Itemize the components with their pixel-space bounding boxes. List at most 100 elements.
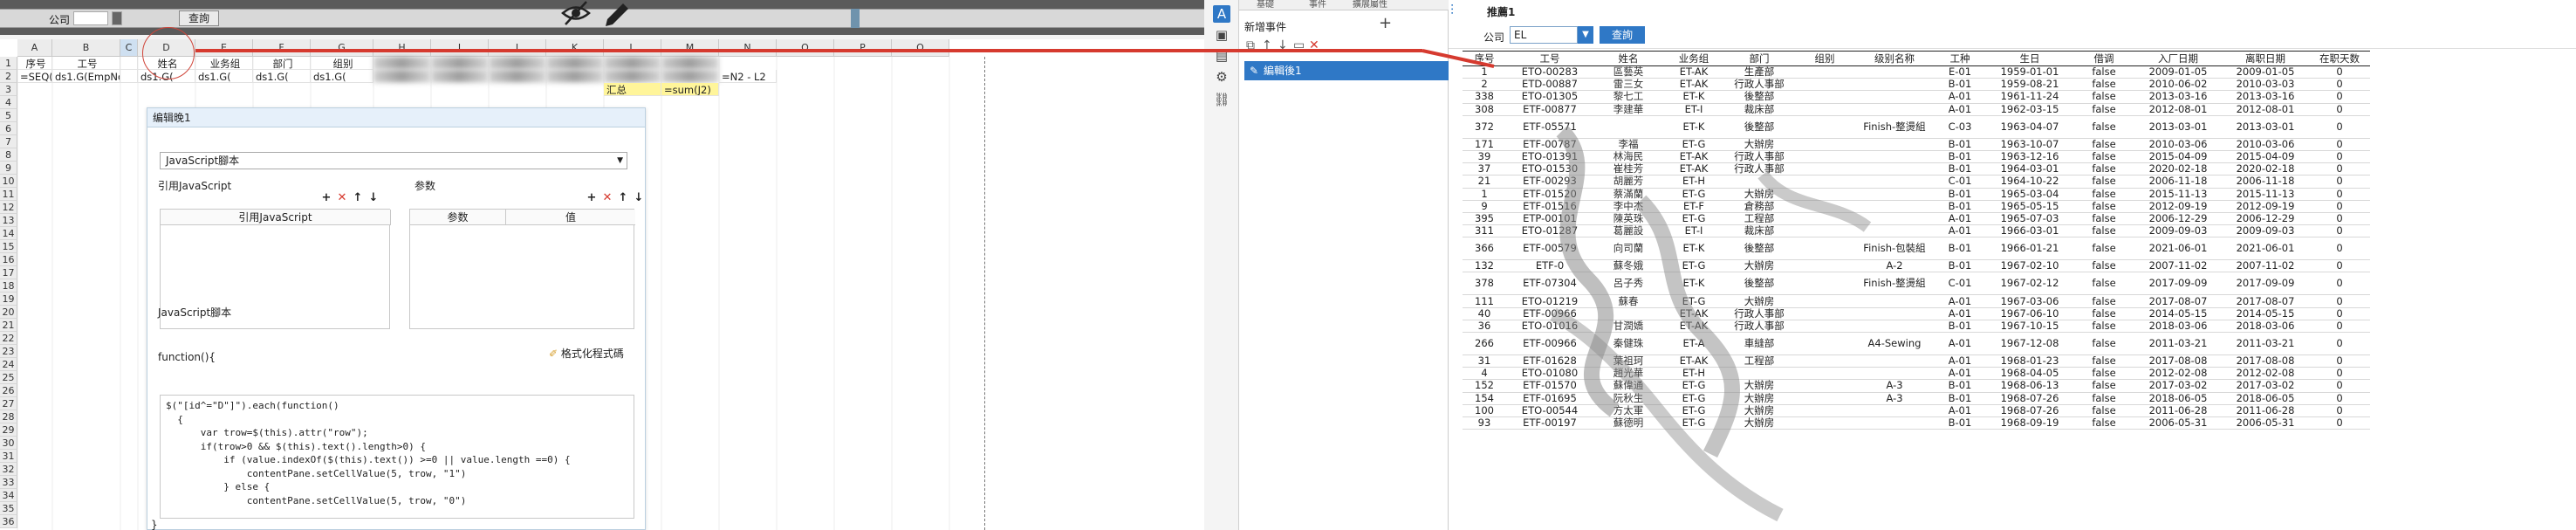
formula-cell[interactable] xyxy=(120,70,138,83)
column-header-j[interactable]: J xyxy=(489,39,546,57)
format-code-button[interactable]: ✐ 格式化程式碼 xyxy=(549,346,624,361)
column-header-p[interactable]: P xyxy=(834,39,892,57)
link-icon[interactable]: ⛓ xyxy=(1213,91,1230,108)
row-header[interactable]: 17 xyxy=(0,266,17,279)
event-icon[interactable]: ⚙ xyxy=(1213,68,1230,86)
row-header[interactable]: 32 xyxy=(0,463,17,476)
column-header-l[interactable]: L xyxy=(604,39,661,57)
tab-ext[interactable]: 擴展屬性 xyxy=(1353,0,1387,10)
copy-icon[interactable]: ⧉ xyxy=(1246,38,1255,52)
preview-query-button[interactable]: 查詢 xyxy=(1600,26,1645,44)
move-up-icon[interactable]: ↑ xyxy=(1262,38,1272,52)
summary-label-cell[interactable]: 汇总 xyxy=(604,83,661,96)
row-header[interactable]: 27 xyxy=(0,397,17,410)
row-header[interactable]: 35 xyxy=(0,502,17,515)
header-cell[interactable] xyxy=(120,57,138,70)
row-header[interactable]: 12 xyxy=(0,201,17,214)
blurred-cell[interactable] xyxy=(431,70,489,83)
move-up-param-icon[interactable]: ↑ xyxy=(617,192,629,204)
row-header[interactable]: 11 xyxy=(0,188,17,201)
formula-cell[interactable]: ds1.G( xyxy=(253,70,311,83)
row-header[interactable]: 30 xyxy=(0,437,17,450)
header-cell[interactable]: 组别 xyxy=(311,57,373,70)
header-cell[interactable]: 业务组 xyxy=(195,57,253,70)
blurred-cell[interactable] xyxy=(431,57,489,70)
add-event-button[interactable]: + xyxy=(1379,14,1392,32)
row-header[interactable]: 5 xyxy=(0,109,17,122)
column-header-k[interactable]: K xyxy=(546,39,604,57)
formula-cell[interactable]: ds1.G( xyxy=(195,70,253,83)
settings-sliders-icon[interactable]: ⫶ xyxy=(1450,2,1454,19)
hide-icon[interactable] xyxy=(558,0,593,31)
style-icon[interactable]: ▣ xyxy=(1213,26,1230,44)
scroll-thumb[interactable] xyxy=(851,9,860,28)
row-header[interactable]: 36 xyxy=(0,515,17,528)
blurred-cell[interactable] xyxy=(546,70,604,83)
row-header[interactable]: 2 xyxy=(0,70,17,83)
row-header[interactable]: 14 xyxy=(0,227,17,240)
row-header[interactable]: 20 xyxy=(0,306,17,319)
add-param-icon[interactable]: + xyxy=(586,192,598,204)
row-header[interactable]: 28 xyxy=(0,410,17,423)
column-header-e[interactable]: E xyxy=(195,39,253,57)
formula-cell[interactable]: ds1.G(EmpNo) xyxy=(52,70,120,83)
row-header[interactable]: 29 xyxy=(0,423,17,437)
row-header[interactable]: 8 xyxy=(0,148,17,162)
column-header-a[interactable]: A xyxy=(17,39,52,57)
edit-icon[interactable]: ▭ xyxy=(1293,38,1305,52)
row-header[interactable]: 18 xyxy=(0,279,17,293)
row-header[interactable]: 7 xyxy=(0,135,17,148)
row-header[interactable]: 26 xyxy=(0,384,17,397)
row-header[interactable]: 16 xyxy=(0,253,17,266)
header-cell[interactable]: 工号 xyxy=(52,57,120,70)
header-cell[interactable]: 序号 xyxy=(17,57,52,70)
blurred-cell[interactable] xyxy=(604,70,661,83)
row-header[interactable]: 22 xyxy=(0,332,17,345)
column-header-b[interactable]: B xyxy=(52,39,120,57)
expand-icon[interactable]: ▤ xyxy=(1213,47,1230,65)
row-header[interactable]: 6 xyxy=(0,122,17,135)
row-header[interactable]: 31 xyxy=(0,450,17,463)
cell-attr-icon[interactable]: A xyxy=(1213,5,1230,23)
script-type-select[interactable]: JavaScript腳本 ▼ xyxy=(160,152,627,169)
column-header-m[interactable]: M xyxy=(661,39,719,57)
blurred-cell[interactable] xyxy=(373,57,431,70)
script-editor[interactable]: $("[id^="D"]").each(function() { var tro… xyxy=(160,395,634,519)
add-ref-icon[interactable]: + xyxy=(320,192,332,204)
params-table[interactable]: 参数 值 xyxy=(409,209,635,329)
delete-icon[interactable]: ✕ xyxy=(1309,38,1319,52)
row-header[interactable]: 34 xyxy=(0,489,17,502)
param-dropdown-icon[interactable] xyxy=(112,11,122,25)
param-query-button[interactable]: 查詢 xyxy=(179,10,220,26)
row-header[interactable]: 33 xyxy=(0,476,17,489)
delete-ref-icon[interactable]: ✕ xyxy=(336,192,348,204)
blurred-cell[interactable] xyxy=(661,70,719,83)
blurred-cell[interactable] xyxy=(546,57,604,70)
blurred-cell[interactable] xyxy=(489,57,546,70)
move-up-ref-icon[interactable]: ↑ xyxy=(352,192,364,204)
event-list-item[interactable]: ✎ 編輯後1 xyxy=(1244,61,1450,80)
column-header-i[interactable]: I xyxy=(431,39,489,57)
formula-cell[interactable]: ds1.G( xyxy=(311,70,373,83)
row-header[interactable]: 9 xyxy=(0,162,17,175)
chevron-down-icon[interactable]: ▼ xyxy=(1578,26,1593,44)
row-header[interactable]: 19 xyxy=(0,293,17,306)
delete-param-icon[interactable]: ✕ xyxy=(601,192,613,204)
column-header-g[interactable]: G xyxy=(311,39,373,57)
column-header-o[interactable]: O xyxy=(777,39,834,57)
move-down-icon[interactable]: ↓ xyxy=(1278,38,1288,52)
row-header[interactable]: 23 xyxy=(0,345,17,358)
blurred-cell[interactable] xyxy=(604,57,661,70)
column-header-f[interactable]: F xyxy=(253,39,311,57)
tab-events[interactable]: 事件 xyxy=(1309,0,1326,10)
row-header[interactable]: 21 xyxy=(0,319,17,332)
header-cell[interactable]: 部门 xyxy=(253,57,311,70)
column-header-n[interactable]: N xyxy=(719,39,777,57)
pencil-icon[interactable] xyxy=(599,0,634,31)
formula-cell[interactable]: =SEQ() xyxy=(17,70,52,83)
blurred-cell[interactable] xyxy=(489,70,546,83)
blurred-cell[interactable] xyxy=(373,70,431,83)
formula-cell[interactable]: =N2 - L2 xyxy=(719,70,777,83)
row-header[interactable]: 13 xyxy=(0,214,17,227)
row-header[interactable]: 1 xyxy=(0,57,17,70)
